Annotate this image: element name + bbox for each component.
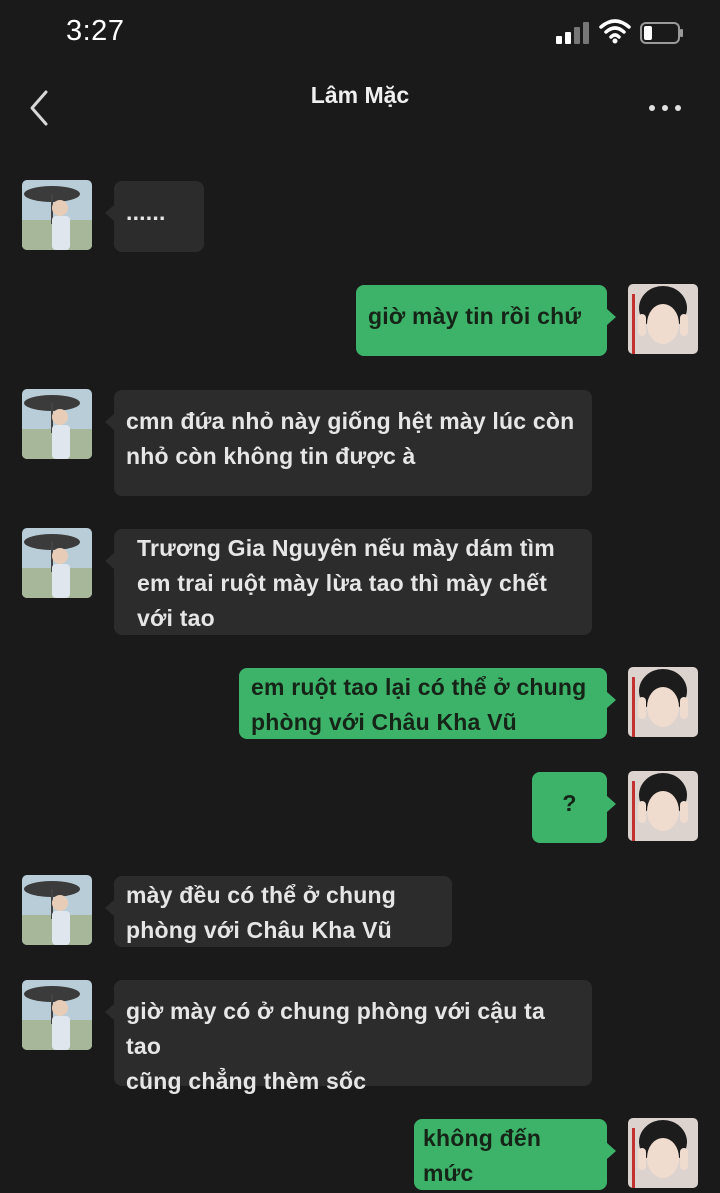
message-bubble[interactable]: Trương Gia Nguyên nếu mày dám tìm em tra… <box>105 529 592 635</box>
chat-title: Lâm Mặc <box>310 82 410 108</box>
message-text-line: không đến mức <box>423 1125 542 1186</box>
message-text-line: em trai ruột mày lừa tao thì mày chết <box>137 570 548 596</box>
message-text-line: ? <box>562 790 577 816</box>
cellular-signal-icon <box>556 22 589 44</box>
message-text-line: giờ mày tin rồi chứ <box>368 303 582 329</box>
chat-header: Lâm Mặc <box>0 62 720 154</box>
contact-avatar[interactable] <box>22 980 92 1050</box>
contact-avatar[interactable] <box>22 180 92 250</box>
message-bubble[interactable]: giờ mày có ở chung phòng với cậu ta tao … <box>105 980 592 1094</box>
self-avatar[interactable] <box>628 771 698 841</box>
message-text-line: em ruột tao lại có thể ở chung <box>251 674 587 700</box>
message-bubble[interactable]: ? <box>532 772 616 843</box>
message-text-line: ...... <box>126 199 166 225</box>
contact-avatar[interactable] <box>22 875 92 945</box>
battery-icon <box>640 22 683 44</box>
message-bubble[interactable]: giờ mày tin rồi chứ <box>356 285 616 356</box>
self-avatar[interactable] <box>628 284 698 354</box>
message-bubble[interactable]: ...... <box>105 181 204 252</box>
contact-avatar[interactable] <box>22 528 92 598</box>
message-bubble[interactable]: không đến mức đó <box>414 1119 616 1190</box>
message-text-line: Trương Gia Nguyên nếu mày dám tìm <box>137 535 555 561</box>
message-text-line: cũng chẳng thèm sốc <box>126 1068 367 1094</box>
message-text-line: phòng với Châu Kha Vũ <box>126 917 392 943</box>
message-text-line: mày đều có thể ở chung <box>126 882 396 908</box>
message-text-line: cmn đứa nhỏ này giống hệt mày lúc còn <box>126 408 575 434</box>
self-avatar[interactable] <box>628 1118 698 1188</box>
message-text-line: với tao <box>137 605 215 631</box>
more-dots-icon[interactable] <box>640 98 690 118</box>
message-bubble[interactable]: em ruột tao lại có thể ở chung phòng với… <box>239 668 616 739</box>
message-text-line: giờ mày có ở chung phòng với cậu ta tao <box>126 998 545 1059</box>
contact-avatar[interactable] <box>22 389 92 459</box>
message-text-line: phòng với Châu Kha Vũ <box>251 709 517 735</box>
status-bar: 3:27 <box>0 0 720 62</box>
self-avatar[interactable] <box>628 667 698 737</box>
message-text-line: nhỏ còn không tin được à <box>126 443 416 469</box>
wifi-icon <box>599 19 631 44</box>
message-bubble[interactable]: mày đều có thể ở chung phòng với Châu Kh… <box>105 876 452 947</box>
message-bubble[interactable]: cmn đứa nhỏ này giống hệt mày lúc còn nh… <box>105 390 592 496</box>
status-time: 3:27 <box>66 15 125 47</box>
